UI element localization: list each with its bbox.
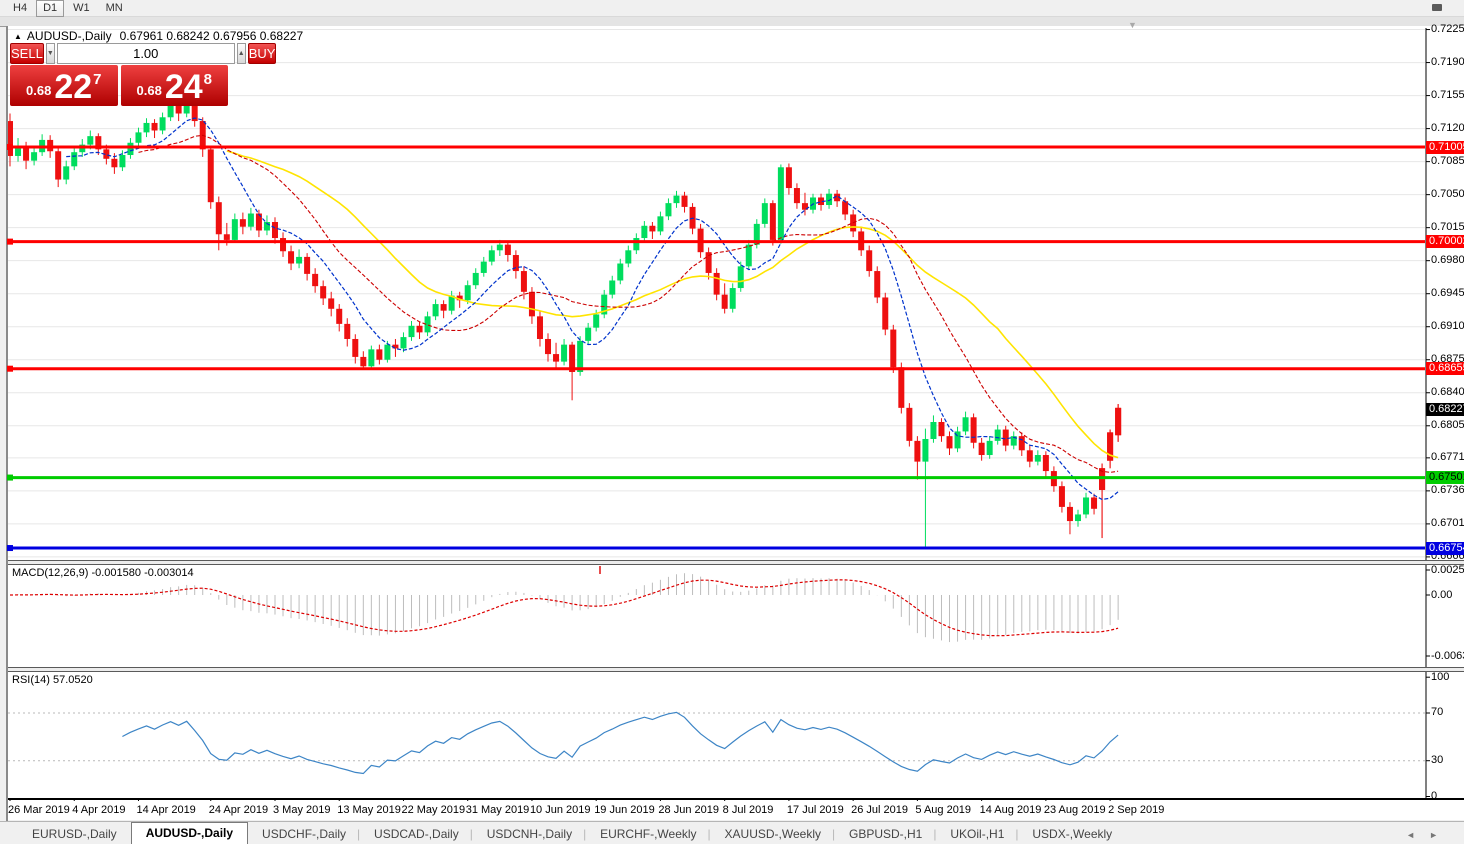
date-axis[interactable]: 26 Mar 2019 4 Apr 2019 14 Apr 2019 24 Apr 2… xyxy=(8,801,1464,820)
date-axis-label: 31 May 2019 xyxy=(465,804,530,816)
price-axis-label: 0.71550 xyxy=(1431,89,1464,102)
macd-axis-label: 0.002574 xyxy=(1431,563,1464,576)
date-axis-label: 28 Jun 2019 xyxy=(658,804,719,816)
date-axis-label: 5 Aug 2019 xyxy=(915,804,972,816)
hline-price-tag: 0.67501 xyxy=(1426,471,1464,485)
macd-axis-label: -0.006326 xyxy=(1431,649,1464,662)
rsi-axis-label: 30 xyxy=(1431,754,1444,767)
date-axis-label: 22 May 2019 xyxy=(401,804,466,816)
volume-decrease-button[interactable]: ▼ xyxy=(45,43,55,64)
hline-price-tag: 0.71005 xyxy=(1426,140,1464,154)
mt4-window: H4 D1 W1 MN ▲ AUDUSD-,Daily 0.67961 0.68242 0… xyxy=(0,0,1464,844)
buy-price-pip: 8 xyxy=(203,71,212,88)
tab-usdcad-daily[interactable]: USDCAD-,Daily xyxy=(357,824,473,844)
price-axis-label: 0.71900 xyxy=(1431,56,1464,69)
tab-ukoil-h1[interactable]: UKOil-,H1 xyxy=(933,824,1018,844)
timeframe-button-d1[interactable]: D1 xyxy=(36,0,65,17)
date-axis-label: 4 Apr 2019 xyxy=(72,804,126,816)
sell-price-big: 22 xyxy=(54,68,93,106)
one-click-trade-panel: SELL ▼ ▲ BUY 0.68 22 7 0.68 24 8 xyxy=(10,43,277,106)
tab-eurchf-weekly[interactable]: EURCHF-,Weekly xyxy=(583,824,710,844)
hline-price-tag: 0.66754 xyxy=(1426,541,1464,555)
date-axis-label: 24 Apr 2019 xyxy=(208,804,269,816)
pane-bottom-frame xyxy=(8,798,1464,800)
macd-axis-label: 0.00 xyxy=(1431,588,1453,601)
collapse-arrow-icon[interactable]: ▲ xyxy=(14,32,22,41)
chart-symbol-label: AUDUSD-,Daily xyxy=(26,29,112,43)
macd-indicator-label: MACD(12,26,9) -0.001580 -0.003014 xyxy=(12,567,194,579)
tab-gbpusd-h1[interactable]: GBPUSD-,H1 xyxy=(832,824,936,844)
chart-ohlc-values: 0.67961 0.68242 0.67956 0.68227 xyxy=(119,29,304,43)
sell-price-prefix: 0.68 xyxy=(26,83,52,98)
date-axis-label: 17 Jul 2019 xyxy=(786,804,844,816)
tab-eurusd-daily[interactable]: EURUSD-,Daily xyxy=(18,824,131,844)
window-left-border xyxy=(6,26,8,822)
price-axis-label: 0.67360 xyxy=(1431,484,1464,497)
chart-surface[interactable] xyxy=(8,26,1464,801)
tab-audusd-daily[interactable]: AUDUSD-,Daily xyxy=(130,822,249,844)
hline-price-tag: 0.70002 xyxy=(1426,235,1464,249)
timeframe-toolbar: H4 D1 W1 MN xyxy=(0,0,1464,17)
date-axis-label: 23 Aug 2019 xyxy=(1043,804,1106,816)
price-axis-label: 0.70150 xyxy=(1431,221,1464,234)
date-axis-label: 2 Sep 2019 xyxy=(1108,804,1165,816)
tab-xauusd-weekly[interactable]: XAUUSD-,Weekly xyxy=(708,824,835,844)
tab-usdcnh-daily[interactable]: USDCNH-,Daily xyxy=(470,824,586,844)
date-axis-label: 19 Jun 2019 xyxy=(594,804,655,816)
price-axis-label: 0.68400 xyxy=(1431,386,1464,399)
buy-price-button[interactable]: 0.68 24 8 xyxy=(120,65,228,106)
price-axis-label: 0.69450 xyxy=(1431,287,1464,300)
price-axis-label: 0.70500 xyxy=(1431,188,1464,201)
sell-price-button[interactable]: 0.68 22 7 xyxy=(10,65,118,106)
scroll-anchor-icon[interactable]: ▼ xyxy=(1128,20,1137,30)
price-axis-label: 0.68050 xyxy=(1431,419,1464,432)
window-menu-icon[interactable] xyxy=(1432,4,1442,11)
tab-scroll-arrows[interactable]: ◄► xyxy=(1406,830,1452,840)
sell-price-pip: 7 xyxy=(93,71,102,88)
chart-tab-bar: EURUSD-,DailyAUDUSD-,DailyUSDCHF-,DailyU… xyxy=(0,821,1464,844)
timeframe-button-mn[interactable]: MN xyxy=(99,0,130,17)
hline-price-tag: 0.68655 xyxy=(1426,362,1464,376)
volume-input[interactable] xyxy=(56,43,235,64)
price-axis-label: 0.71200 xyxy=(1431,122,1464,135)
sell-button[interactable]: SELL xyxy=(10,43,44,64)
rsi-axis-label: 100 xyxy=(1431,670,1450,683)
pane-separator[interactable] xyxy=(8,667,1464,672)
volume-increase-button[interactable]: ▲ xyxy=(236,43,246,64)
tab-usdx-weekly[interactable]: USDX-,Weekly xyxy=(1015,824,1126,844)
timeframe-button-w1[interactable]: W1 xyxy=(66,0,97,17)
buy-price-prefix: 0.68 xyxy=(136,83,162,98)
price-axis-label: 0.69100 xyxy=(1431,320,1464,333)
date-axis-label: 10 Jun 2019 xyxy=(529,804,591,816)
date-axis-label: 26 Jul 2019 xyxy=(851,804,909,816)
rsi-indicator-label: RSI(14) 57.0520 xyxy=(12,674,93,686)
price-axis-label: 0.72250 xyxy=(1431,23,1464,36)
buy-button[interactable]: BUY xyxy=(247,43,277,64)
date-axis-label: 3 May 2019 xyxy=(272,804,331,816)
timeframe-button-h4[interactable]: H4 xyxy=(6,0,34,17)
price-axis-label: 0.67710 xyxy=(1431,451,1464,464)
pane-separator[interactable] xyxy=(8,560,1464,565)
rsi-axis-label: 70 xyxy=(1431,706,1444,719)
date-axis-label: 8 Jul 2019 xyxy=(722,804,774,816)
date-axis-label: 14 Aug 2019 xyxy=(979,804,1042,816)
date-axis-label: 13 May 2019 xyxy=(337,804,401,816)
date-axis-label: 14 Apr 2019 xyxy=(136,804,196,816)
current-price-tag: 0.68227 xyxy=(1426,402,1464,416)
price-axis-label: 0.70850 xyxy=(1431,155,1464,168)
price-axis-label: 0.69800 xyxy=(1431,254,1464,267)
buy-price-big: 24 xyxy=(164,68,203,106)
date-axis-label: 26 Mar 2019 xyxy=(8,804,70,816)
price-axis-label: 0.67010 xyxy=(1431,517,1464,530)
tab-usdchf-daily[interactable]: USDCHF-,Daily xyxy=(248,824,360,844)
chart-title: ▲ AUDUSD-,Daily 0.67961 0.68242 0.67956 0.… xyxy=(14,29,303,43)
